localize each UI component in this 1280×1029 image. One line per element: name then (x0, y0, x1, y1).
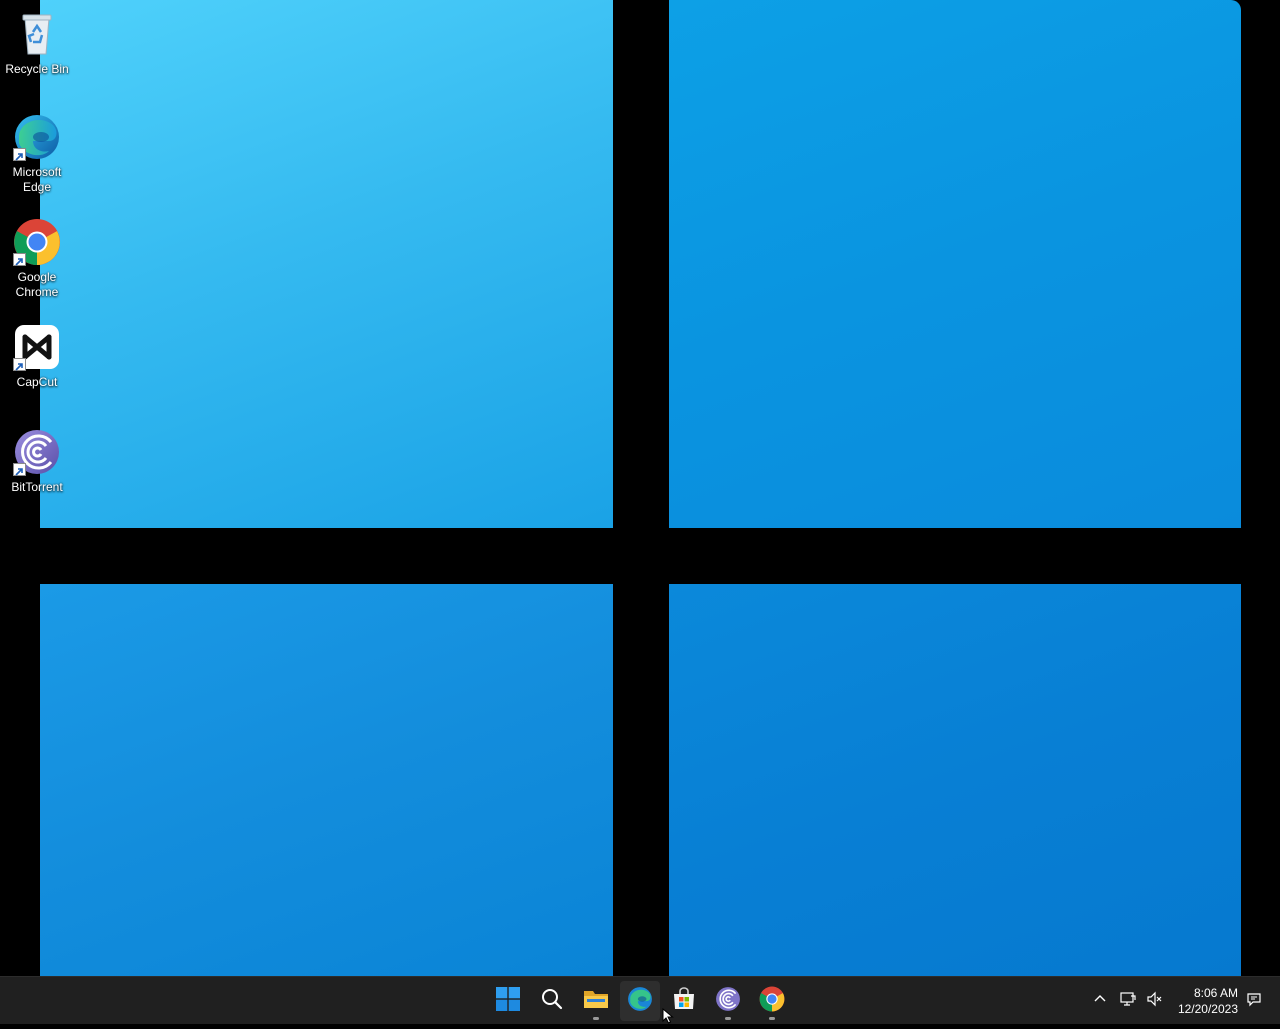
edge-icon (13, 113, 61, 161)
desktop-icon-label: BitTorrent (11, 480, 63, 494)
edge-icon (627, 986, 653, 1017)
search-icon (540, 987, 564, 1016)
network-status-button[interactable] (1116, 977, 1140, 1025)
capcut-icon (13, 323, 61, 371)
desktop-icon-capcut[interactable]: CapCut (4, 323, 70, 390)
search-button[interactable] (532, 981, 572, 1021)
wallpaper-pane-top-right (669, 0, 1241, 528)
taskbar-bittorrent[interactable] (708, 981, 748, 1021)
clock-time: 8:06 AM (1193, 986, 1238, 1000)
clock[interactable]: 8:06 AM 12/20/2023 (1170, 985, 1238, 1017)
desktop-icon-bittorrent[interactable]: BitTorrent (4, 428, 70, 495)
mouse-pointer-icon (662, 1007, 674, 1024)
bittorrent-icon (13, 428, 61, 476)
desktop-icon-label: Recycle Bin (5, 62, 69, 76)
shortcut-arrow-icon (13, 358, 26, 371)
file-explorer-icon (583, 987, 609, 1016)
taskbar-microsoft-edge[interactable] (620, 981, 660, 1021)
taskbar: 8:06 AM 12/20/2023 (0, 976, 1280, 1024)
desktop-icon-google-chrome[interactable]: Google Chrome (4, 218, 70, 300)
volume-button[interactable] (1142, 977, 1166, 1025)
chevron-up-icon (1093, 992, 1107, 1011)
desktop-icon-microsoft-edge[interactable]: Microsoft Edge (4, 113, 70, 195)
windows-start-icon (496, 986, 520, 1016)
wallpaper-pane-bottom-right (669, 584, 1241, 976)
desktop-icon-label: Google Chrome (15, 270, 59, 299)
desktop-icon-label: Microsoft Edge (12, 165, 62, 194)
wallpaper-pane-bottom-left (40, 584, 613, 976)
bittorrent-icon (715, 986, 741, 1017)
shortcut-arrow-icon (13, 148, 26, 161)
notification-icon (1246, 991, 1262, 1012)
running-indicator (593, 1017, 599, 1020)
chrome-icon (759, 986, 785, 1017)
shortcut-arrow-icon (13, 253, 26, 266)
clock-date: 12/20/2023 (1177, 1002, 1238, 1016)
notification-button[interactable] (1242, 977, 1266, 1025)
shortcut-arrow-icon (13, 463, 26, 476)
desktop-icon-recycle-bin[interactable]: Recycle Bin (4, 10, 70, 77)
chrome-icon (13, 218, 61, 266)
volume-muted-icon (1145, 990, 1163, 1013)
running-indicator (769, 1017, 775, 1020)
network-icon (1119, 990, 1137, 1013)
start-button[interactable] (488, 981, 528, 1021)
show-hidden-icons-button[interactable] (1088, 977, 1112, 1025)
running-indicator (725, 1017, 731, 1020)
taskbar-google-chrome[interactable] (752, 981, 792, 1021)
desktop[interactable]: Recycle Bin Microsoft Edge Google Chrome… (0, 0, 1280, 976)
desktop-icon-label: CapCut (16, 375, 58, 389)
microsoft-store-icon (672, 986, 696, 1016)
recycle-bin-icon (13, 10, 61, 58)
wallpaper-pane-top-left (40, 0, 613, 528)
taskbar-file-explorer[interactable] (576, 981, 616, 1021)
